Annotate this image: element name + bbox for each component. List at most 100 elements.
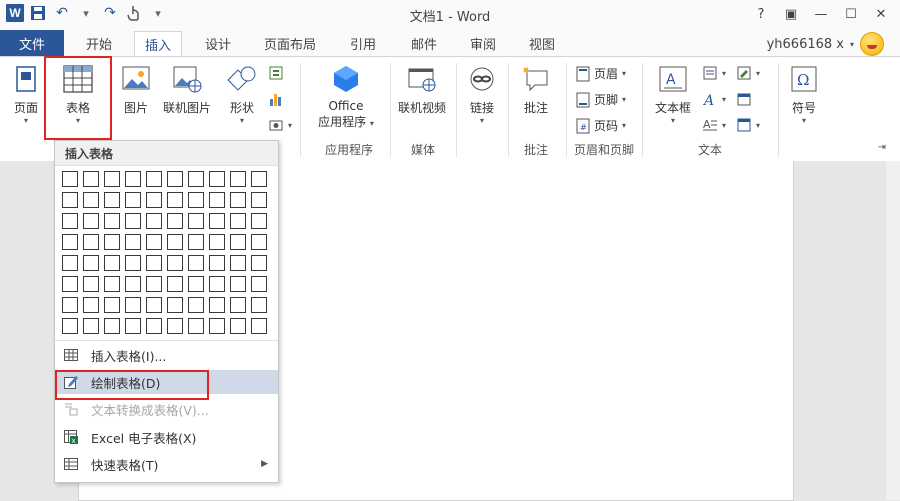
links-button[interactable]: 链接 ▾ [462, 63, 502, 125]
table-grid-cell[interactable] [230, 213, 246, 229]
symbols-button[interactable]: Ω 符号 ▾ [786, 63, 822, 125]
table-grid-cell[interactable] [251, 234, 267, 250]
menu-insert-table[interactable]: 插入表格(I)... [55, 343, 278, 367]
table-grid-cell[interactable] [251, 318, 267, 334]
table-grid-cell[interactable] [125, 234, 141, 250]
table-grid-cell[interactable] [251, 192, 267, 208]
table-grid-cell[interactable] [251, 255, 267, 271]
table-grid-cell[interactable] [188, 192, 204, 208]
table-grid-cell[interactable] [62, 318, 78, 334]
table-grid-cell[interactable] [146, 276, 162, 292]
table-grid-cell[interactable] [230, 297, 246, 313]
table-grid-cell[interactable] [167, 192, 183, 208]
pages-button[interactable]: 页面 ▾ [8, 63, 44, 125]
table-grid-cell[interactable] [230, 255, 246, 271]
textbox-button[interactable]: A 文本框 ▾ [648, 63, 698, 125]
table-grid-cell[interactable] [104, 276, 120, 292]
table-grid-cell[interactable] [146, 213, 162, 229]
table-grid-cell[interactable] [209, 255, 225, 271]
table-grid-cell[interactable] [209, 192, 225, 208]
table-grid-cell[interactable] [62, 213, 78, 229]
object-button[interactable]: ▾ [736, 117, 760, 133]
table-grid-cell[interactable] [104, 234, 120, 250]
table-grid-cell[interactable] [188, 318, 204, 334]
table-grid-cell[interactable] [83, 276, 99, 292]
tab-home[interactable]: 开始 [86, 30, 112, 56]
ribbon-display-options-button[interactable]: ▣ [776, 2, 806, 26]
table-grid-cell[interactable] [62, 297, 78, 313]
tab-references[interactable]: 引用 [350, 30, 376, 56]
table-grid-cell[interactable] [230, 276, 246, 292]
chart-button[interactable] [268, 91, 284, 107]
menu-convert-text-to-table[interactable]: 文本转换成表格(V)... [55, 397, 278, 421]
table-grid-cell[interactable] [209, 234, 225, 250]
table-grid-cell[interactable] [146, 297, 162, 313]
table-grid-cell[interactable] [230, 318, 246, 334]
table-grid-cell[interactable] [167, 255, 183, 271]
menu-quick-tables[interactable]: 快速表格(T) ▶ [55, 452, 278, 476]
table-grid-cell[interactable] [125, 255, 141, 271]
table-grid-cell[interactable] [146, 318, 162, 334]
table-grid-cell[interactable] [167, 213, 183, 229]
quick-parts-button[interactable]: ▾ [702, 65, 726, 81]
table-grid-cell[interactable] [83, 234, 99, 250]
table-grid-cell[interactable] [83, 297, 99, 313]
table-grid-cell[interactable] [125, 213, 141, 229]
pin-ribbon-icon[interactable]: ⇥ [878, 142, 886, 153]
table-grid-cell[interactable] [62, 192, 78, 208]
table-grid-cell[interactable] [146, 234, 162, 250]
comment-button[interactable]: 批注 [514, 63, 558, 116]
screenshot-button[interactable]: ▾ [268, 117, 292, 133]
tab-mailings[interactable]: 邮件 [411, 30, 437, 56]
user-account[interactable]: yh666168 x ▾ [767, 32, 884, 56]
table-grid-cell[interactable] [251, 276, 267, 292]
avatar[interactable] [860, 32, 884, 56]
header-button[interactable]: 页眉 ▾ [576, 65, 626, 82]
table-grid-cell[interactable] [62, 171, 78, 187]
table-grid-cell[interactable] [146, 171, 162, 187]
minimize-button[interactable]: — [806, 2, 836, 26]
shapes-button[interactable]: 形状 ▾ [222, 63, 262, 125]
table-grid-cell[interactable] [188, 234, 204, 250]
date-time-button[interactable] [736, 91, 752, 107]
smartart-button[interactable] [268, 65, 284, 81]
table-grid-cell[interactable] [188, 255, 204, 271]
table-grid-cell[interactable] [188, 276, 204, 292]
table-grid-cell[interactable] [167, 171, 183, 187]
table-grid-cell[interactable] [104, 213, 120, 229]
table-grid-cell[interactable] [167, 297, 183, 313]
table-grid-cell[interactable] [62, 276, 78, 292]
table-grid-cell[interactable] [230, 171, 246, 187]
help-button[interactable]: ? [746, 2, 776, 26]
table-grid-cell[interactable] [125, 318, 141, 334]
table-grid-cell[interactable] [62, 234, 78, 250]
table-grid-cell[interactable] [62, 255, 78, 271]
table-grid-cell[interactable] [167, 318, 183, 334]
table-grid-cell[interactable] [125, 297, 141, 313]
table-grid-cell[interactable] [209, 318, 225, 334]
vertical-scrollbar[interactable] [886, 161, 900, 500]
user-dropdown-icon[interactable]: ▾ [850, 40, 854, 49]
table-grid-cell[interactable] [188, 171, 204, 187]
wordart-button[interactable]: A ▾ [702, 91, 726, 107]
table-grid-cell[interactable] [83, 213, 99, 229]
table-grid-cell[interactable] [146, 192, 162, 208]
table-grid-cell[interactable] [83, 318, 99, 334]
table-grid-cell[interactable] [251, 213, 267, 229]
close-button[interactable]: ✕ [866, 2, 896, 26]
table-grid-cell[interactable] [104, 318, 120, 334]
table-grid-cell[interactable] [104, 297, 120, 313]
table-grid-cell[interactable] [209, 276, 225, 292]
table-grid-cell[interactable] [230, 192, 246, 208]
user-name[interactable]: yh666168 x [767, 37, 844, 52]
tab-design[interactable]: 设计 [205, 30, 231, 56]
table-grid-cell[interactable] [104, 255, 120, 271]
table-grid-cell[interactable] [125, 192, 141, 208]
online-picture-button[interactable]: 联机图片 [158, 63, 216, 116]
tab-view[interactable]: 视图 [529, 30, 555, 56]
table-grid-cell[interactable] [251, 171, 267, 187]
signature-line-button[interactable]: ▾ [736, 65, 760, 81]
table-grid-cell[interactable] [83, 171, 99, 187]
tab-page-layout[interactable]: 页面布局 [264, 30, 316, 56]
page-number-button[interactable]: # 页码 ▾ [576, 117, 626, 134]
